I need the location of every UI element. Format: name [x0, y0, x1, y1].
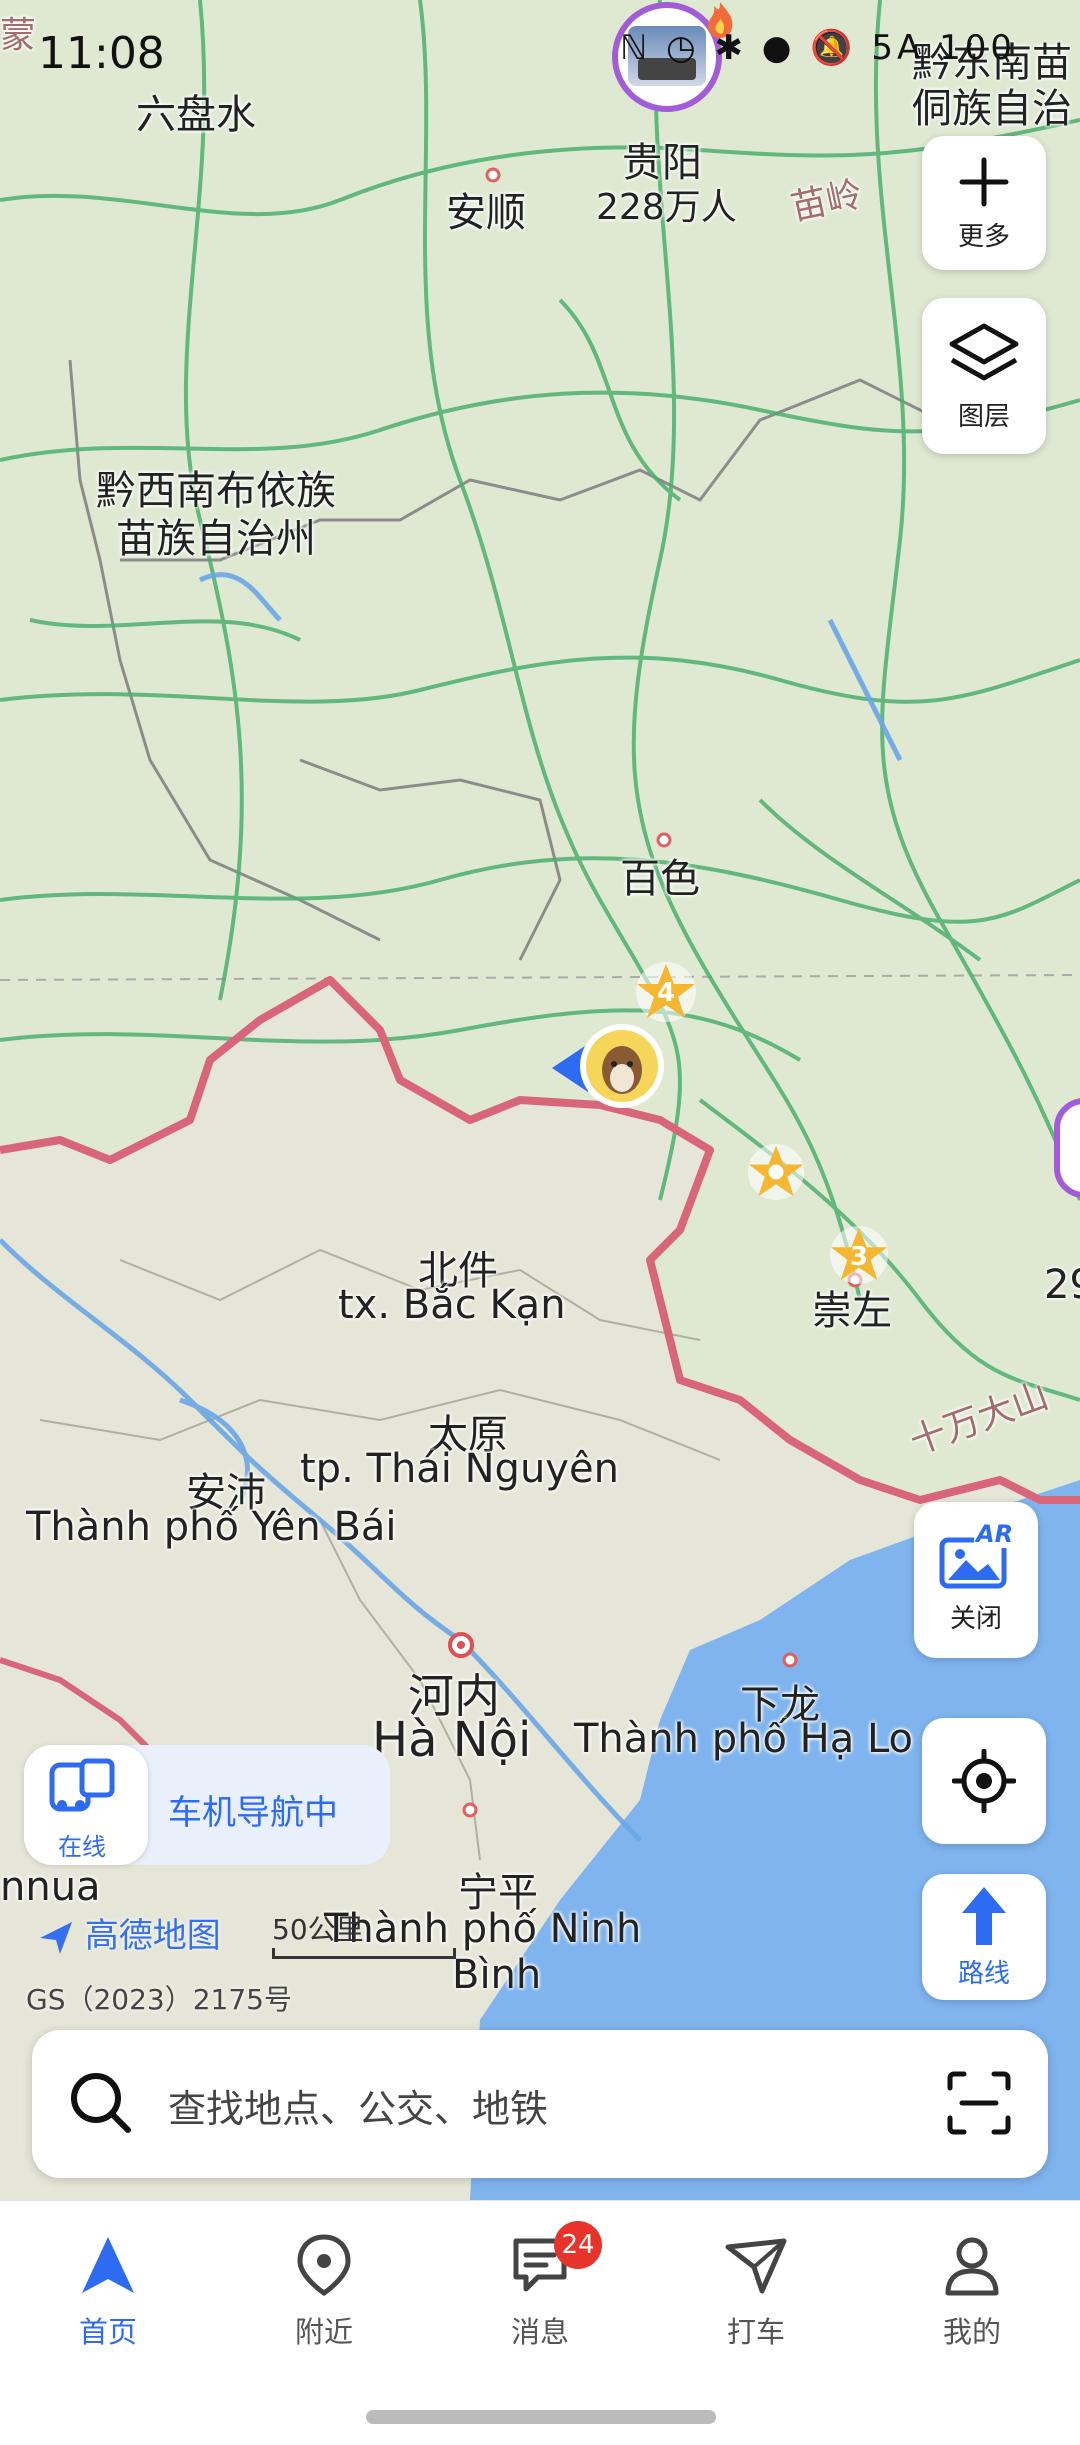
- tab-taxi-label: 打车: [726, 2315, 785, 2349]
- status-time: 11:08: [38, 28, 165, 79]
- ar-button[interactable]: AR 关闭: [914, 1502, 1038, 1658]
- map-label-halong-vn: Thành phố Hạ Lo: [574, 1716, 914, 1762]
- tab-nearby-label: 附近: [294, 2315, 353, 2349]
- car-navigation-pill[interactable]: 在线 车机导航中: [24, 1745, 390, 1865]
- current-location-marker[interactable]: [548, 1018, 670, 1118]
- home-indicator[interactable]: [366, 2410, 716, 2424]
- route-button-label: 路线: [957, 1958, 1010, 1989]
- amap-brand-label: 高德地图: [84, 1916, 221, 1956]
- locate-icon: [952, 1749, 1016, 1813]
- map-label-guiyang-pop: 228万人: [596, 187, 737, 228]
- star-marker-3-label: 3: [849, 1242, 869, 1272]
- taxi-icon: [725, 2238, 787, 2294]
- map-label-qianxinan-2: 苗族自治州: [116, 516, 316, 562]
- map-canvas[interactable]: 六盘水 安顺 贵阳 228万人 黔东南苗 侗族自治 苗岭 黔西南布依族 苗族自治…: [0, 0, 1080, 2200]
- locate-button[interactable]: [922, 1718, 1046, 1844]
- plus-icon: [959, 157, 1009, 206]
- layers-icon: [949, 323, 1019, 380]
- ar-button-label: 关闭: [949, 1603, 1002, 1634]
- tab-profile-label: 我的: [942, 2315, 1001, 2349]
- tab-messages[interactable]: 24 消息: [460, 2221, 620, 2351]
- map-scale-label: 50公里: [272, 1913, 364, 1946]
- more-button-label: 更多: [957, 221, 1010, 252]
- edge-avatar-marker[interactable]: [1054, 1098, 1080, 1198]
- map-label-ninhbinh-vn-2: Bình: [452, 1952, 542, 1998]
- home-navigation-icon: [82, 2237, 134, 2293]
- search-bar[interactable]: 查找地点、公交、地铁: [32, 2030, 1048, 2178]
- bottom-tab-bar: 首页 附近 24 消息 打车 我的: [0, 2200, 1080, 2445]
- map-label-chongzuo: 崇左: [812, 1288, 892, 1334]
- messages-badge: 24: [554, 2221, 602, 2269]
- tab-home[interactable]: 首页: [28, 2233, 188, 2351]
- map-scale-bar: [272, 1948, 456, 1959]
- amap-logo-icon: [40, 1921, 72, 1954]
- map-label-anshun: 安顺: [446, 190, 526, 236]
- map-label-edge-left: nnua: [0, 1864, 101, 1910]
- map-label-thainguyen-vn: tp. Thái Nguyên: [300, 1446, 619, 1492]
- car-nav-icon-box: 在线: [24, 1745, 148, 1865]
- layers-button-label: 图层: [957, 401, 1010, 432]
- search-icon: [71, 2073, 131, 2133]
- more-button[interactable]: 更多: [922, 136, 1046, 270]
- map-label-yenbai-vn: Thành phố Yên Bái: [26, 1504, 397, 1550]
- tab-home-label: 首页: [78, 2315, 137, 2349]
- car-nav-status: 在线: [58, 1833, 106, 1861]
- map-terrain: [0, 0, 1080, 2200]
- amap-brand: 高德地图: [38, 1908, 221, 1957]
- location-pin-icon: [297, 2234, 351, 2297]
- car-icon: [49, 1758, 115, 1812]
- route-button[interactable]: 路线: [922, 1874, 1046, 2000]
- map-label-backan-vn: tx. Bắc Kạn: [338, 1282, 566, 1328]
- map-label-baise: 百色: [620, 856, 700, 902]
- status-bar: 11:08 ℕ ◷ ✱ ● 🔕 5A 100: [0, 0, 1080, 110]
- route-arrow-icon: [962, 1886, 1006, 1945]
- star-marker-4[interactable]: 4: [634, 960, 698, 1024]
- tab-nearby[interactable]: 附近: [244, 2233, 404, 2351]
- scan-icon[interactable]: [946, 2070, 1012, 2136]
- star-marker-3[interactable]: 3: [828, 1224, 890, 1286]
- star-marker-4-label: 4: [656, 978, 676, 1008]
- layers-button[interactable]: 图层: [922, 298, 1046, 454]
- ar-image-icon: AR: [938, 1519, 1016, 1592]
- map-label-hanoi-vn: Hà Nội: [372, 1712, 532, 1768]
- star-marker[interactable]: [746, 1142, 806, 1202]
- search-placeholder: 查找地点、公交、地铁: [168, 2087, 549, 2131]
- tab-taxi[interactable]: 打车: [676, 2233, 836, 2351]
- tab-messages-label: 消息: [510, 2315, 569, 2349]
- tab-profile[interactable]: 我的: [892, 2233, 1052, 2351]
- car-nav-text: 车机导航中: [168, 1793, 338, 1833]
- map-license: GS（2023）2175号: [26, 1983, 292, 2016]
- ar-badge: AR: [974, 1519, 1016, 1548]
- status-icons: ℕ ◷ ✱ ● 🔕 5A 100: [620, 28, 1017, 68]
- profile-icon: [945, 2237, 999, 2296]
- map-label-ninhbinh-vn: Thành phố Ninh: [324, 1906, 642, 1952]
- map-label-edge-right: 29: [1044, 1262, 1080, 1308]
